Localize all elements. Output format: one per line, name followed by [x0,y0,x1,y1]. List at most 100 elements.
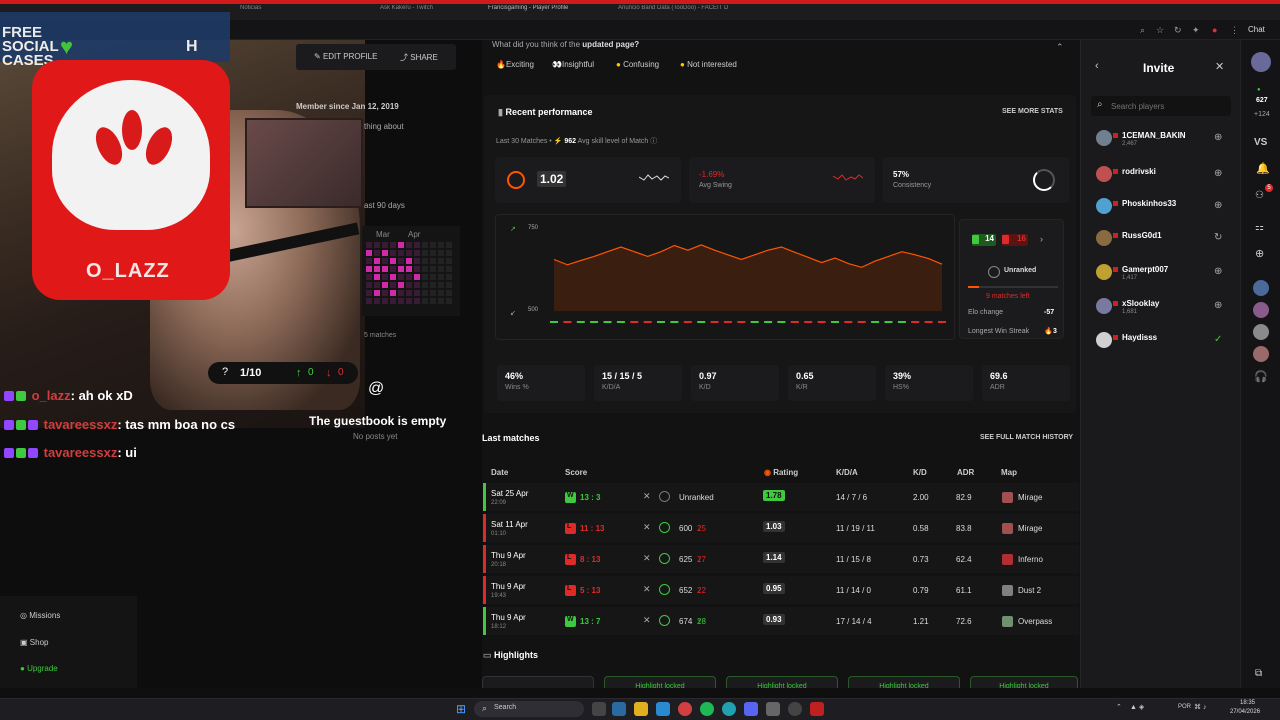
chat-username[interactable]: tavareessxz [44,445,118,460]
feedback-option-exciting[interactable]: 🔥Exciting [496,60,534,69]
browser-tab[interactable]: Noticias [240,5,360,19]
collapse-icon[interactable]: ⧉ [1255,668,1262,679]
chat-username[interactable]: o_lazz [32,388,71,403]
highlight-card-locked[interactable]: Highlight locked [848,676,960,688]
headset-icon[interactable]: 🎧 [1254,370,1268,383]
player-item[interactable]: rodrivski ⊕ [1090,164,1230,186]
player-item[interactable]: RussG0d1 ↻ [1090,228,1230,250]
chrome-icon[interactable] [678,702,692,716]
table-row[interactable]: Sat 11 Apr 01:10 L 11 : 13 ✕ 600 ↓ 25 1.03 11 / 1… [483,514,1079,542]
upgrade-label: Upgrade [27,664,58,673]
player-item[interactable]: xSlooklay 1,681 ⊕ [1090,296,1230,318]
friend-avatar[interactable] [1253,280,1269,296]
windows-start-icon[interactable]: ⊞ [456,702,466,716]
star-icon[interactable]: ☆ [1156,25,1164,36]
search-players-field[interactable]: ⌕ [1091,96,1231,116]
see-full-history-link[interactable]: SEE FULL MATCH HISTORY [980,434,1073,441]
faceit-icon[interactable] [810,702,824,716]
player-item[interactable]: Gamerpt007 1,417 ⊕ [1090,262,1230,284]
player-item[interactable]: 1CEMAN_BAKIN 2,467 ⊕ [1090,128,1230,150]
table-row[interactable]: Thu 9 Apr 18:12 W 13 : 7 ✕ 674 ↑ 28 0.93 17 / 14 … [483,607,1079,635]
performance-title: ▮ Recent performance [498,107,592,118]
discord-icon[interactable] [744,702,758,716]
party-icon[interactable]: ⚏ [1255,222,1264,233]
back-icon[interactable]: ‹ [1095,60,1099,72]
heatmap-cell [406,298,412,304]
browser-tab[interactable]: Anuncio Band Data (TooDoo) - FACEIT Data [618,5,728,19]
tray-chevron-icon[interactable]: ⌃ [1116,703,1122,711]
invite-add-icon[interactable]: ⊕ [1214,300,1222,311]
friend-avatar[interactable] [1253,302,1269,318]
table-row[interactable]: Sat 25 Apr 22:09 W 13 : 3 ✕ Unranked 1.78 14 / … [483,483,1079,511]
invite-add-icon[interactable]: ⊕ [1214,168,1222,179]
search-input[interactable] [1111,99,1226,113]
friend-avatar[interactable] [1253,346,1269,362]
task-view-icon[interactable] [592,702,606,716]
settings-icon[interactable] [766,702,780,716]
highlight-card[interactable] [482,676,594,688]
accent-line [0,0,1280,4]
table-row[interactable]: Thu 9 Apr 19:43 L 5 : 13 ✕ 652 ↓ 22 0.95 11 / 14 … [483,576,1079,604]
chevron-right-icon[interactable]: › [1040,234,1043,244]
taskbar-search[interactable]: ⌕ Search [474,701,584,717]
player-avatar [1096,264,1112,280]
obs-icon[interactable] [788,702,802,716]
feedback-option-insightful[interactable]: 👀Insightful [552,60,594,69]
chevron-up-icon[interactable]: ⌃ [1056,42,1064,53]
clock-date[interactable]: 27/04/2026 [1230,709,1260,715]
highlight-card-locked[interactable]: Highlight locked [726,676,838,688]
invite-add-icon[interactable]: ⊕ [1214,132,1222,143]
invite-add-icon[interactable]: ⊕ [1214,200,1222,211]
chat-button[interactable]: Chat [1248,25,1265,34]
heatmap-cell [414,258,420,264]
streamer-name: O_LAZZ [86,260,170,282]
loss-segment [683,321,692,323]
zoom-icon[interactable]: ⌕ [1140,25,1145,36]
sidebar-item-upgrade[interactable]: ● Upgrade [20,664,58,673]
clock-time[interactable]: 18:35 [1240,700,1255,706]
menu-icon[interactable]: ⋮ [1230,25,1239,36]
skill-icon: ⚡ [553,138,563,145]
browser-tab[interactable]: Ask Kakeru - Twitch [380,5,475,19]
player-item[interactable]: Phoskinhos33 ⊕ [1090,196,1230,218]
profile-icon[interactable]: ● [1212,25,1217,35]
heatmap-cell [366,274,372,280]
language-indicator[interactable]: POR [1178,704,1191,710]
match-kda: 11 / 19 / 11 [836,524,875,533]
edge-icon[interactable] [722,702,736,716]
table-row[interactable]: Thu 9 Apr 20:18 L 8 : 13 ✕ 625 ↓ 27 1.14 11 / 15 … [483,545,1079,573]
level-icon [659,584,670,595]
spotify-icon[interactable] [700,702,714,716]
highlight-card-locked[interactable]: Highlight locked [970,676,1078,688]
heatmap-cell [414,250,420,256]
share-button[interactable]: ⤴ SHARE [400,52,438,63]
friends-icon[interactable]: ⚇ [1255,190,1264,201]
close-icon[interactable]: ✕ [1215,60,1224,73]
browser-tab-active[interactable]: Francisgaming - Player Profile [488,5,603,19]
invited-check-icon[interactable]: ✓ [1214,334,1222,345]
invite-add-icon[interactable]: ⊕ [1214,266,1222,277]
tray-icons[interactable]: ▲ ◈ [1130,703,1144,711]
sidebar-item-missions[interactable]: ◎ Missions [20,611,60,620]
user-avatar[interactable] [1251,52,1271,72]
extensions-icon[interactable]: ✦ [1192,25,1200,36]
vs-button[interactable]: VS [1254,137,1267,148]
friend-avatar[interactable] [1253,324,1269,340]
chat-username[interactable]: tavareessxz [44,417,118,432]
flag-icon [1113,169,1118,174]
see-more-stats-link[interactable]: SEE MORE STATS [1002,108,1063,115]
add-icon[interactable]: ⊕ [1255,247,1264,260]
player-item[interactable]: Haydisss ✓ [1090,330,1230,352]
steam-icon[interactable] [612,702,626,716]
feedback-option-confusing[interactable]: ● Confusing [616,60,659,69]
pending-icon[interactable]: ↻ [1214,232,1222,243]
refresh-icon[interactable]: ↻ [1174,25,1182,36]
edit-profile-button[interactable]: ✎ EDIT PROFILE [314,52,377,61]
sidebar-item-shop[interactable]: ▣ Shop [20,638,48,647]
bell-icon[interactable]: 🔔 [1256,162,1270,175]
file-explorer-icon[interactable] [634,702,648,716]
highlight-card-locked[interactable]: Highlight locked [604,676,716,688]
app-icon[interactable] [656,702,670,716]
feedback-option-not-interested[interactable]: ● Not interested [680,60,737,69]
network-icon[interactable]: ⌘ ♪ [1194,703,1206,711]
